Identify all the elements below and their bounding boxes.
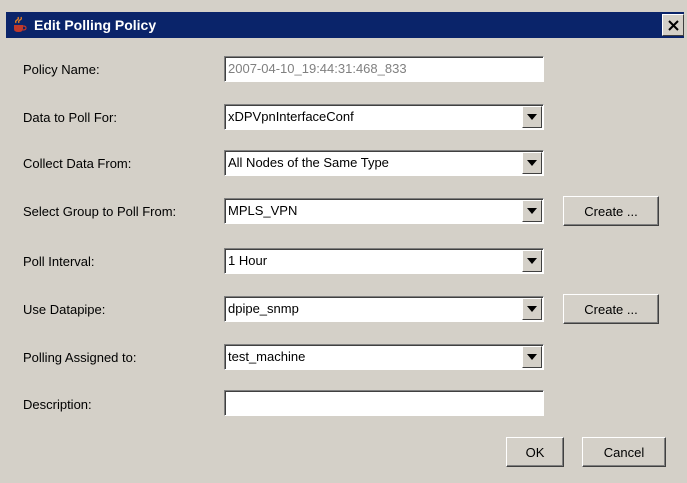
description-label: Description: (23, 397, 92, 412)
collect-from-select[interactable]: All Nodes of the Same Type (224, 150, 544, 176)
chevron-down-icon (527, 208, 537, 214)
edit-polling-policy-dialog: Edit Polling Policy Policy Name: 2007-04… (0, 0, 687, 483)
policy-name-field: 2007-04-10_19:44:31:468_833 (224, 56, 544, 82)
policy-name-label: Policy Name: (23, 62, 100, 77)
cancel-button[interactable]: Cancel (582, 437, 666, 467)
policy-name-value: 2007-04-10_19:44:31:468_833 (228, 61, 407, 76)
close-icon (667, 19, 679, 31)
close-button[interactable] (662, 14, 684, 36)
group-dropdown-button[interactable] (522, 200, 542, 222)
chevron-down-icon (527, 114, 537, 120)
collect-from-dropdown-button[interactable] (522, 152, 542, 174)
data-to-poll-select[interactable]: xDPVpnInterfaceConf (224, 104, 544, 130)
assigned-value: test_machine (228, 349, 306, 364)
assigned-label: Polling Assigned to: (23, 350, 137, 365)
data-to-poll-label: Data to Poll For: (23, 110, 117, 125)
create-datapipe-button[interactable]: Create ... (563, 294, 659, 324)
datapipe-label: Use Datapipe: (23, 302, 106, 317)
java-cup-icon (10, 16, 28, 34)
create-group-button[interactable]: Create ... (563, 196, 659, 226)
data-to-poll-dropdown-button[interactable] (522, 106, 542, 128)
title-bar[interactable]: Edit Polling Policy (6, 12, 684, 38)
poll-interval-dropdown-button[interactable] (522, 250, 542, 272)
datapipe-dropdown-button[interactable] (522, 298, 542, 320)
collect-from-label: Collect Data From: (23, 156, 132, 171)
poll-interval-select[interactable]: 1 Hour (224, 248, 544, 274)
window-title: Edit Polling Policy (34, 17, 157, 33)
group-select[interactable]: MPLS_VPN (224, 198, 544, 224)
chevron-down-icon (527, 160, 537, 166)
description-input[interactable] (224, 390, 544, 416)
chevron-down-icon (527, 306, 537, 312)
assigned-select[interactable]: test_machine (224, 344, 544, 370)
chevron-down-icon (527, 354, 537, 360)
group-value: MPLS_VPN (228, 203, 298, 218)
assigned-dropdown-button[interactable] (522, 346, 542, 368)
data-to-poll-value: xDPVpnInterfaceConf (228, 109, 354, 124)
chevron-down-icon (527, 258, 537, 264)
datapipe-select[interactable]: dpipe_snmp (224, 296, 544, 322)
ok-button[interactable]: OK (506, 437, 564, 467)
datapipe-value: dpipe_snmp (228, 301, 299, 316)
poll-interval-label: Poll Interval: (23, 254, 95, 269)
group-label: Select Group to Poll From: (23, 204, 177, 219)
collect-from-value: All Nodes of the Same Type (228, 155, 389, 170)
poll-interval-value: 1 Hour (228, 253, 268, 268)
